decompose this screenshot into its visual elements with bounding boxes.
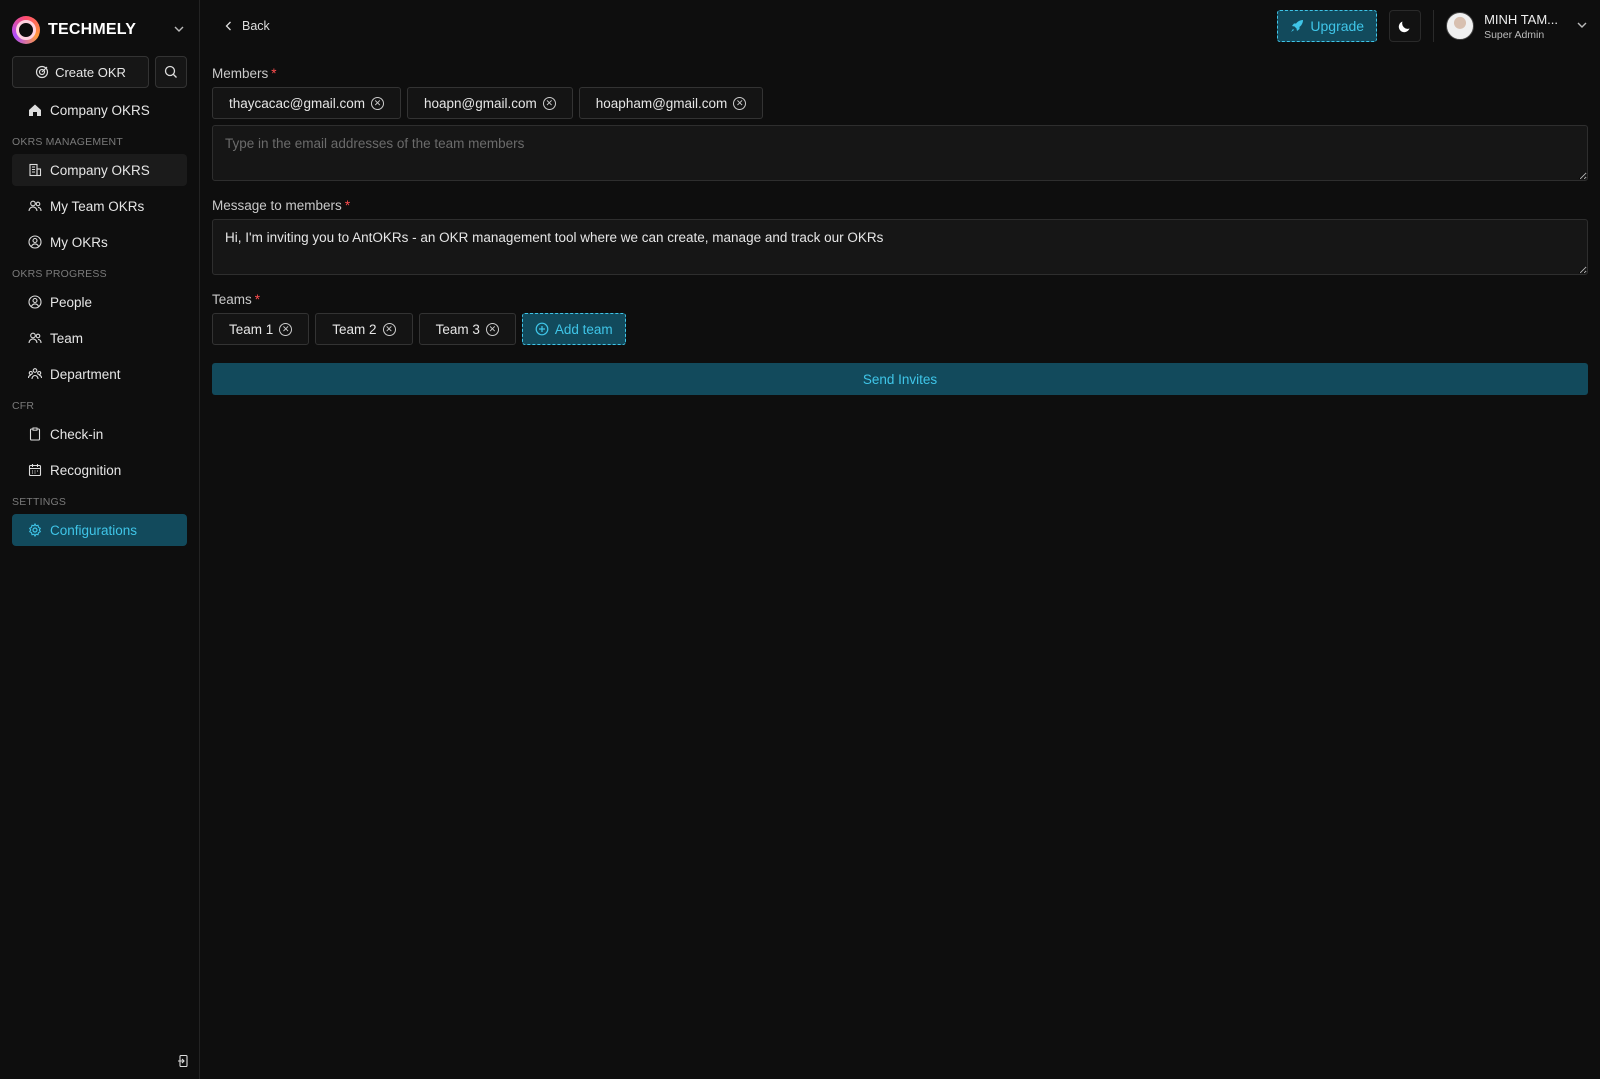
sidebar-item-label: Team bbox=[50, 330, 84, 346]
sidebar-item-label: Check-in bbox=[50, 426, 104, 442]
upgrade-button[interactable]: Upgrade bbox=[1277, 10, 1378, 42]
sidebar-item-label: Department bbox=[50, 366, 121, 382]
remove-circle-icon[interactable]: ✕ bbox=[382, 322, 396, 336]
team-chip: Team 3 ✕ bbox=[418, 313, 516, 345]
user-menu[interactable]: MINH TAM... Super Admin bbox=[1446, 12, 1588, 41]
teams-chips: Team 1 ✕ Team 2 ✕ Team 3 ✕ Add team bbox=[212, 313, 1588, 345]
member-chip: hoapham@gmail.com ✕ bbox=[578, 87, 764, 119]
members-label: Members * bbox=[212, 66, 277, 81]
member-email: hoapham@gmail.com bbox=[595, 95, 728, 111]
calendar-icon bbox=[28, 463, 42, 477]
back-label: Back bbox=[242, 19, 270, 33]
sidebar: TECHMELY Create OKR Company OKRS OKRS MA… bbox=[0, 0, 200, 1079]
members-chips: thaycacac@gmail.com ✕ hoapn@gmail.com ✕ … bbox=[212, 87, 1588, 119]
invite-form: Members * thaycacac@gmail.com ✕ hoapn@gma… bbox=[212, 66, 1588, 395]
target-icon bbox=[35, 65, 49, 79]
message-input[interactable]: Hi, I'm inviting you to AntOKRs - an OKR… bbox=[212, 219, 1588, 275]
member-chip: thaycacac@gmail.com ✕ bbox=[212, 87, 402, 119]
nav-section-title: OKRS MANAGEMENT bbox=[12, 136, 123, 148]
brand-name: TECHMELY bbox=[48, 21, 137, 38]
home-icon bbox=[28, 103, 42, 117]
brand-logo-icon bbox=[12, 16, 40, 44]
chevron-down-icon bbox=[1576, 19, 1588, 34]
main-content: Back Upgrade MINH TAM... Super Admin Mem… bbox=[200, 0, 1600, 1079]
search-icon bbox=[164, 65, 178, 79]
user-role: Super Admin bbox=[1484, 28, 1545, 41]
nav-section-title: OKRS PROGRESS bbox=[12, 268, 107, 280]
sidebar-item-department[interactable]: Department bbox=[12, 358, 187, 390]
team-name: Team 2 bbox=[332, 321, 377, 337]
app-root: TECHMELY Create OKR Company OKRS OKRS MA… bbox=[0, 0, 1600, 1079]
search-button[interactable] bbox=[155, 56, 187, 88]
clipboard-icon bbox=[28, 427, 42, 441]
add-team-button[interactable]: Add team bbox=[521, 313, 626, 345]
sidebar-item-label: Configurations bbox=[50, 522, 138, 538]
remove-circle-icon[interactable]: ✕ bbox=[485, 322, 499, 336]
member-email: hoapn@gmail.com bbox=[424, 95, 537, 111]
logout-icon bbox=[177, 1054, 191, 1068]
upgrade-label: Upgrade bbox=[1310, 18, 1365, 34]
sidebar-item-company-okrs[interactable]: Company OKRS bbox=[12, 154, 187, 186]
gear-icon bbox=[28, 523, 42, 537]
nav-section-title: CFR bbox=[12, 400, 35, 412]
email-input[interactable] bbox=[212, 125, 1588, 181]
user-name: MINH TAM... bbox=[1484, 11, 1558, 27]
department-icon bbox=[28, 367, 42, 381]
avatar bbox=[1446, 12, 1475, 40]
sidebar-item-people[interactable]: People bbox=[12, 286, 187, 318]
user-circle-icon bbox=[28, 235, 42, 249]
sidebar-item-label: Recognition bbox=[50, 462, 122, 478]
nav-section-title: SETTINGS bbox=[12, 496, 67, 508]
sidebar-item-label: My OKRs bbox=[50, 234, 108, 250]
create-okr-button[interactable]: Create OKR bbox=[12, 56, 149, 88]
team-name: Team 3 bbox=[435, 321, 480, 337]
back-link[interactable]: Back bbox=[222, 19, 270, 33]
sidebar-item-configurations[interactable]: Configurations bbox=[12, 514, 187, 546]
team-chip: Team 1 ✕ bbox=[212, 313, 310, 345]
remove-circle-icon[interactable]: ✕ bbox=[733, 96, 747, 110]
remove-circle-icon[interactable]: ✕ bbox=[542, 96, 556, 110]
sidebar-item-check-in[interactable]: Check-in bbox=[12, 418, 187, 450]
building-icon bbox=[28, 163, 42, 177]
message-label: Message to members * bbox=[212, 198, 351, 213]
header-divider bbox=[1433, 10, 1435, 42]
logout-button[interactable] bbox=[177, 1054, 191, 1071]
user-circle-icon bbox=[28, 295, 42, 309]
sidebar-item-my-okrs[interactable]: My OKRs bbox=[12, 226, 187, 258]
send-invites-button[interactable]: Send Invites bbox=[212, 363, 1588, 395]
page-header: Back Upgrade MINH TAM... Super Admin bbox=[212, 0, 1588, 52]
add-team-label: Add team bbox=[554, 321, 613, 337]
team-chip: Team 2 ✕ bbox=[315, 313, 413, 345]
sidebar-item-recognition[interactable]: Recognition bbox=[12, 454, 187, 486]
sidebar-item-label: Company OKRS bbox=[50, 102, 150, 118]
member-email: thaycacac@gmail.com bbox=[229, 95, 366, 111]
sidebar-item-label: People bbox=[50, 294, 93, 310]
team-icon bbox=[28, 199, 42, 213]
sidebar-item-team[interactable]: Team bbox=[12, 322, 187, 354]
create-okr-label: Create OKR bbox=[55, 64, 126, 80]
sidebar-item-label: Company OKRS bbox=[50, 162, 150, 178]
sidebar-item-label: My Team OKRs bbox=[50, 198, 145, 214]
chevron-down-icon bbox=[171, 23, 187, 38]
rocket-icon bbox=[1290, 19, 1304, 33]
moon-icon bbox=[1398, 19, 1412, 33]
brand-switcher[interactable]: TECHMELY bbox=[12, 14, 187, 46]
member-chip: hoapn@gmail.com ✕ bbox=[407, 87, 573, 119]
plus-circle-icon bbox=[535, 322, 549, 336]
teams-label: Teams * bbox=[212, 292, 261, 307]
remove-circle-icon[interactable]: ✕ bbox=[279, 322, 293, 336]
sidebar-item-my-team-okrs[interactable]: My Team OKRs bbox=[12, 190, 187, 222]
team-icon bbox=[28, 331, 42, 345]
theme-toggle-button[interactable] bbox=[1389, 10, 1422, 42]
sidebar-item-home[interactable]: Company OKRS bbox=[12, 94, 187, 126]
remove-circle-icon[interactable]: ✕ bbox=[371, 96, 385, 110]
chevron-left-icon bbox=[222, 19, 236, 33]
team-name: Team 1 bbox=[229, 321, 274, 337]
